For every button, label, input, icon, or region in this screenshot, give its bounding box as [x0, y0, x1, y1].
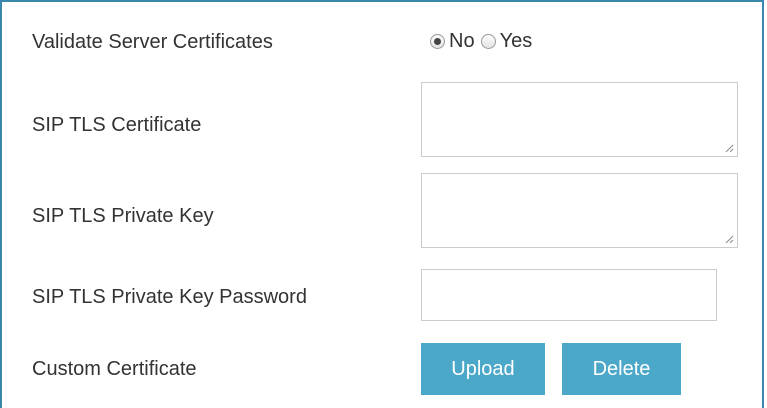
sip-tls-certificate-textarea[interactable]	[421, 82, 738, 157]
settings-panel: Validate Server Certificates No Yes SIP …	[0, 0, 764, 408]
custom-certificate-label: Custom Certificate	[32, 358, 197, 380]
sip-tls-private-key-label: SIP TLS Private Key	[32, 205, 214, 227]
radio-no-label: No	[449, 30, 475, 52]
resize-grip-icon[interactable]	[724, 234, 734, 244]
validate-server-certificates-label: Validate Server Certificates	[32, 31, 273, 53]
radio-yes-button[interactable]	[480, 34, 496, 49]
validate-server-certificates-radio-group: No Yes	[430, 30, 538, 53]
sip-tls-private-key-password-label: SIP TLS Private Key Password	[32, 286, 307, 308]
radio-option-yes[interactable]: Yes	[480, 30, 533, 53]
sip-tls-certificate-label: SIP TLS Certificate	[32, 114, 202, 136]
radio-no-button[interactable]	[430, 34, 445, 49]
delete-button[interactable]: Delete	[562, 343, 681, 395]
radio-option-no[interactable]: No	[430, 30, 475, 53]
resize-grip-icon[interactable]	[724, 143, 734, 153]
radio-yes-label: Yes	[499, 30, 533, 52]
sip-tls-private-key-textarea[interactable]	[421, 173, 738, 248]
upload-button[interactable]: Upload	[421, 343, 545, 395]
sip-tls-private-key-password-input[interactable]	[421, 269, 717, 321]
